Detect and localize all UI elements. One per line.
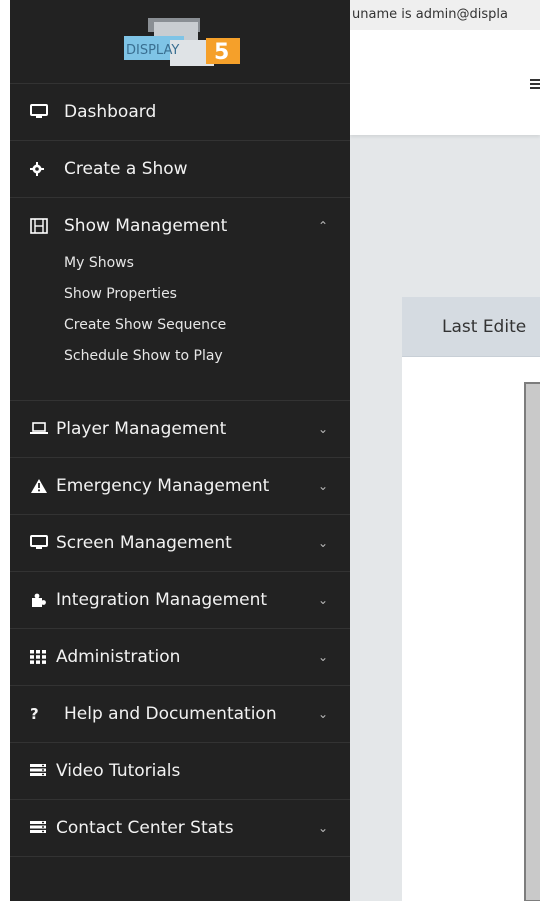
sidebar-item-administration[interactable]: Administration ⌄ — [10, 629, 350, 686]
chevron-down-icon[interactable]: ⌄ — [318, 821, 328, 835]
submenu-item-show-properties[interactable]: Show Properties — [64, 279, 350, 310]
logo-area: DISPLAY 5 — [10, 0, 350, 84]
chevron-down-icon[interactable]: ⌄ — [318, 422, 328, 436]
sidebar-item-label: Dashboard — [64, 102, 157, 122]
logo-wordmark: DISPLAY — [126, 43, 179, 58]
warning-icon — [30, 478, 52, 494]
monitor-icon — [30, 104, 52, 120]
sidebar-item-show-management[interactable]: Show Management ⌃ — [10, 198, 350, 254]
sidebar-item-label: Integration Management — [56, 590, 268, 610]
sidebar-item-label: Administration — [56, 647, 181, 667]
chevron-up-icon[interactable]: ⌃ — [318, 219, 328, 233]
show-management-submenu: My Shows Show Properties Create Show Seq… — [10, 248, 350, 400]
top-bar: uname is admin@displa — [350, 0, 540, 135]
sidebar-group-show-management: Show Management ⌃ My Shows Show Properti… — [10, 198, 350, 401]
sidebar-item-contact-center-stats[interactable]: Contact Center Stats ⌄ — [10, 800, 350, 857]
chevron-down-icon[interactable]: ⌄ — [318, 536, 328, 550]
main-content: uname is admin@displa Last Edite — [350, 0, 540, 901]
laptop-icon — [30, 422, 52, 436]
sidebar-item-label: Screen Management — [56, 533, 232, 553]
show-preview-thumbnail[interactable] — [524, 382, 540, 901]
logo-badge: 5 — [214, 40, 229, 65]
sidebar-item-create-show[interactable]: Create a Show — [10, 141, 350, 198]
display5-logo[interactable]: DISPLAY 5 — [124, 18, 254, 70]
sidebar-item-label: Create a Show — [64, 159, 188, 179]
sidebar: DISPLAY 5 Dashboard Create a Show Show M… — [10, 0, 350, 901]
sidebar-item-player-management[interactable]: Player Management ⌄ — [10, 401, 350, 458]
last-edited-card: Last Edite — [402, 297, 540, 901]
grid-icon — [30, 650, 52, 664]
submenu-item-create-show-sequence[interactable]: Create Show Sequence — [64, 310, 350, 341]
chevron-down-icon[interactable]: ⌄ — [318, 650, 328, 664]
sidebar-item-label: Help and Documentation — [64, 704, 277, 724]
card-title: Last Edite — [402, 297, 540, 357]
chevron-down-icon[interactable]: ⌄ — [318, 479, 328, 493]
left-edge-strip — [0, 0, 10, 901]
sidebar-item-screen-management[interactable]: Screen Management ⌄ — [10, 515, 350, 572]
sidebar-item-video-tutorials[interactable]: Video Tutorials — [10, 743, 350, 800]
sidebar-item-dashboard[interactable]: Dashboard — [10, 84, 350, 141]
sidebar-item-integration-management[interactable]: Integration Management ⌄ — [10, 572, 350, 629]
list-icon — [30, 764, 52, 778]
submenu-item-schedule-show[interactable]: Schedule Show to Play — [64, 341, 350, 372]
sidebar-item-help[interactable]: ? Help and Documentation ⌄ — [10, 686, 350, 743]
sidebar-item-label: Player Management — [56, 419, 227, 439]
gear-icon — [30, 162, 52, 176]
sidebar-item-label: Video Tutorials — [56, 761, 181, 781]
sidebar-item-label: Contact Center Stats — [56, 818, 234, 838]
chevron-down-icon[interactable]: ⌄ — [318, 707, 328, 721]
list-icon — [30, 821, 52, 835]
film-icon — [30, 218, 52, 234]
sidebar-item-emergency-management[interactable]: Emergency Management ⌄ — [10, 458, 350, 515]
chevron-down-icon[interactable]: ⌄ — [318, 593, 328, 607]
puzzle-icon — [30, 592, 52, 608]
question-icon: ? — [30, 705, 39, 723]
monitor-icon — [30, 535, 52, 551]
sidebar-item-label: Show Management — [64, 216, 228, 236]
sidebar-item-label: Emergency Management — [56, 476, 270, 496]
menu-toggle-icon[interactable] — [530, 79, 540, 91]
username-label: uname is admin@displa — [350, 0, 540, 30]
